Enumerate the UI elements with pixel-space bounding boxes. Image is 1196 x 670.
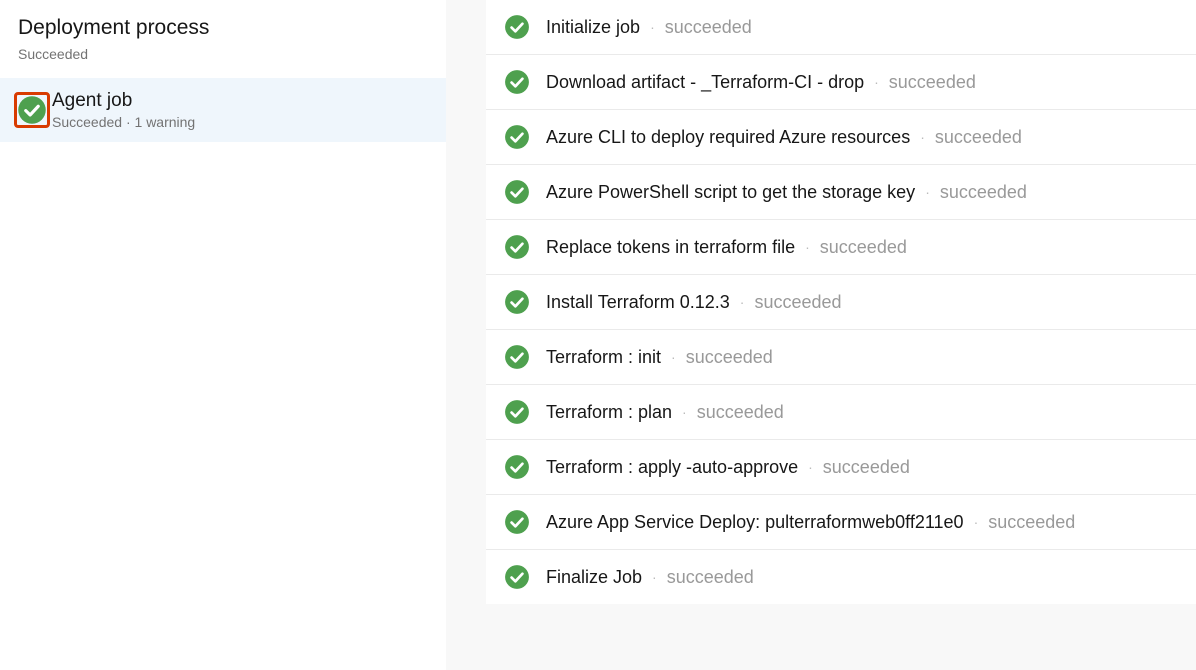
task-row[interactable]: Finalize Job · succeeded	[486, 550, 1196, 604]
task-status: succeeded	[820, 237, 907, 258]
sidebar-item-content: Agent job Succeeded · 1 warning	[52, 90, 432, 130]
task-name: Azure PowerShell script to get the stora…	[546, 182, 915, 203]
task-name: Terraform : plan	[546, 402, 672, 423]
task-status: succeeded	[988, 512, 1075, 533]
check-circle-icon	[504, 509, 530, 535]
task-name: Terraform : apply -auto-approve	[546, 457, 798, 478]
task-name: Azure CLI to deploy required Azure resou…	[546, 127, 910, 148]
task-row[interactable]: Terraform : plan · succeeded	[486, 385, 1196, 440]
task-row[interactable]: Terraform : init · succeeded	[486, 330, 1196, 385]
check-circle-icon	[504, 179, 530, 205]
agent-job-title: Agent job	[52, 90, 432, 112]
task-name: Terraform : init	[546, 347, 661, 368]
check-circle-icon	[504, 234, 530, 260]
check-circle-icon	[504, 344, 530, 370]
task-list: Initialize job·succeededDownload artifac…	[486, 0, 1196, 604]
task-status: succeeded	[697, 402, 784, 423]
task-status: succeeded	[665, 17, 752, 38]
task-status: succeeded	[935, 127, 1022, 148]
task-status: succeeded	[889, 72, 976, 93]
agent-job-substatus: Succeeded	[52, 114, 122, 130]
task-name: Finalize Job	[546, 567, 642, 588]
task-row[interactable]: Azure CLI to deploy required Azure resou…	[486, 110, 1196, 165]
separator-dot: ·	[874, 74, 879, 90]
task-row[interactable]: Azure PowerShell script to get the stora…	[486, 165, 1196, 220]
separator-dot: ·	[805, 239, 810, 255]
check-circle-icon	[504, 454, 530, 480]
task-status: succeeded	[940, 182, 1027, 203]
task-row[interactable]: Initialize job · succeeded	[486, 0, 1196, 55]
separator-dot: ·	[740, 294, 745, 310]
task-row[interactable]: Install Terraform 0.12.3 · succeeded	[486, 275, 1196, 330]
sidebar-header[interactable]: Deployment process Succeeded	[0, 0, 446, 78]
separator-dot: ·	[650, 19, 655, 35]
task-name: Azure App Service Deploy: pulterraformwe…	[546, 512, 964, 533]
separator-dot: ·	[920, 129, 925, 145]
check-circle-icon	[504, 289, 530, 315]
deployment-process-status: Succeeded	[18, 46, 428, 62]
separator-dot: ·	[974, 514, 979, 530]
deployment-process-title: Deployment process	[18, 16, 428, 40]
separator-dot: ·	[652, 569, 657, 585]
sidebar-item-agent-job[interactable]: Agent job Succeeded · 1 warning	[0, 78, 446, 142]
check-circle-icon	[504, 124, 530, 150]
task-status: succeeded	[686, 347, 773, 368]
task-name: Install Terraform 0.12.3	[546, 292, 730, 313]
main-panel: Initialize job·succeededDownload artifac…	[446, 0, 1196, 670]
task-row[interactable]: Terraform : apply -auto-approve · succeede…	[486, 440, 1196, 495]
check-circle-icon	[17, 95, 47, 125]
agent-job-subtitle: Succeeded · 1 warning	[52, 114, 432, 130]
agent-job-warning: 1 warning	[135, 114, 196, 130]
check-circle-icon	[504, 69, 530, 95]
task-name: Download artifact - _Terraform-CI - drop	[546, 72, 864, 93]
check-circle-icon	[504, 14, 530, 40]
separator-dot: ·	[808, 459, 813, 475]
task-row[interactable]: Replace tokens in terraform file · succeed…	[486, 220, 1196, 275]
task-row[interactable]: Download artifact - _Terraform-CI - drop…	[486, 55, 1196, 110]
task-status: succeeded	[823, 457, 910, 478]
check-circle-icon	[504, 564, 530, 590]
task-name: Initialize job	[546, 17, 640, 38]
agent-job-status-highlight	[14, 92, 50, 128]
sidebar: Deployment process Succeeded Agent job S…	[0, 0, 446, 670]
separator-dot: ·	[682, 404, 687, 420]
task-status: succeeded	[754, 292, 841, 313]
bottom-spacer	[486, 604, 1196, 618]
task-row[interactable]: Azure App Service Deploy: pulterraformwe…	[486, 495, 1196, 550]
separator-dot: ·	[671, 349, 676, 365]
separator-dot: ·	[925, 184, 930, 200]
check-circle-icon	[504, 399, 530, 425]
task-status: succeeded	[667, 567, 754, 588]
task-name: Replace tokens in terraform file	[546, 237, 795, 258]
